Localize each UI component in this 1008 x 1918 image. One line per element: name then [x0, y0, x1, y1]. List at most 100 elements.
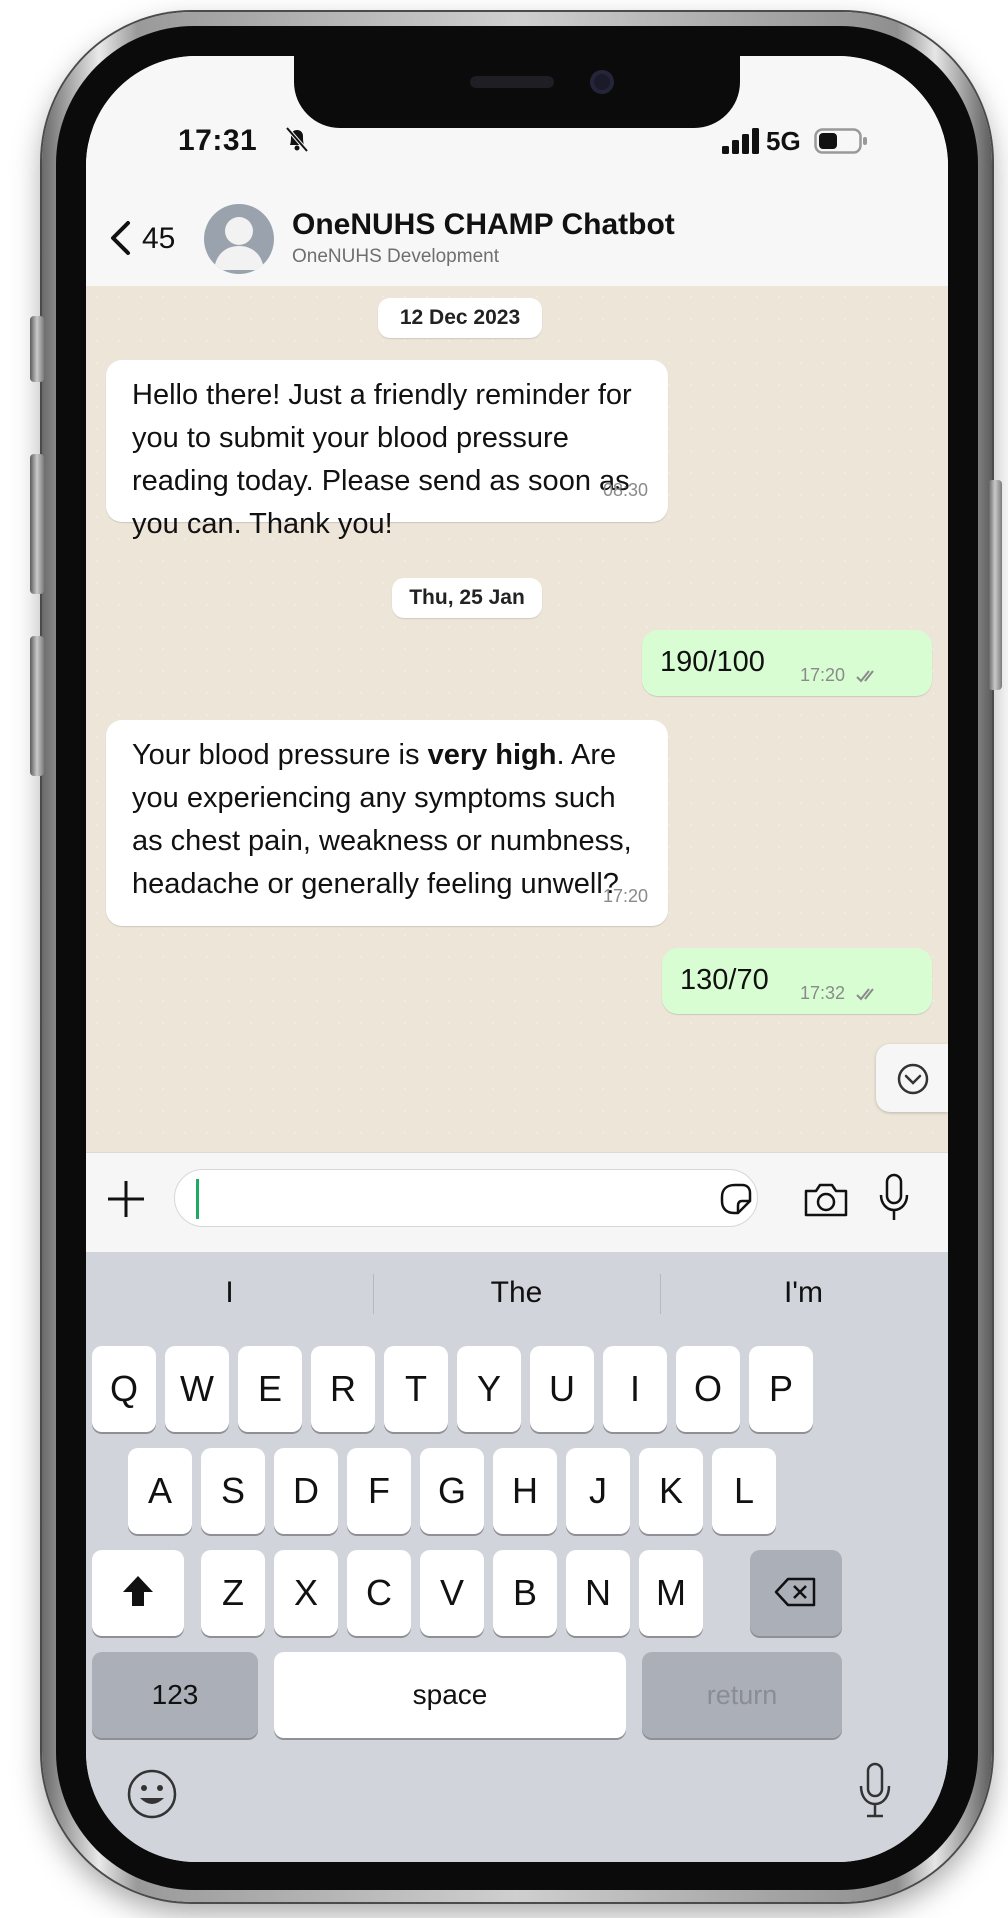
- key-q[interactable]: Q: [92, 1346, 156, 1432]
- space-key[interactable]: space: [274, 1652, 626, 1738]
- key-x[interactable]: X: [274, 1550, 338, 1636]
- message-time: 08:30: [602, 480, 648, 500]
- text-cursor: [196, 1179, 199, 1219]
- key-w[interactable]: W: [165, 1346, 229, 1432]
- key-h[interactable]: H: [493, 1448, 557, 1534]
- key-label: Y: [476, 1368, 501, 1409]
- status-time: 17:31: [178, 124, 258, 157]
- date-chip: 12 Dec 2023: [378, 298, 542, 338]
- key-label: V: [439, 1572, 464, 1613]
- sticker-icon[interactable]: [718, 1181, 754, 1217]
- key-z[interactable]: Z: [201, 1550, 265, 1636]
- predictive-suggestions: I The I'm: [86, 1252, 948, 1334]
- key-d[interactable]: D: [274, 1448, 338, 1534]
- key-p[interactable]: P: [749, 1346, 813, 1432]
- key-label: A: [147, 1470, 172, 1511]
- message-input-bar: [86, 1152, 948, 1253]
- suggestion-item[interactable]: The: [373, 1252, 660, 1334]
- message-time: 17:20: [800, 665, 846, 685]
- key-t[interactable]: T: [384, 1346, 448, 1432]
- key-label: Q: [109, 1368, 138, 1409]
- front-camera: [590, 70, 614, 94]
- bell-slash-icon: [285, 126, 309, 153]
- message-text-part: Your blood pressure is: [132, 739, 428, 771]
- key-o[interactable]: O: [676, 1346, 740, 1432]
- earpiece: [470, 76, 554, 88]
- incoming-message[interactable]: Your blood pressure is very high. Are yo…: [106, 720, 668, 926]
- battery-icon: [814, 128, 867, 154]
- key-label: S: [220, 1470, 245, 1511]
- key-u[interactable]: U: [530, 1346, 594, 1432]
- contact-name[interactable]: OneNUHS CHAMP Chatbot: [292, 208, 675, 242]
- key-k[interactable]: K: [639, 1448, 703, 1534]
- phone-screen: 17:31 5G 45 OneNUHS CHAMP Chatbot OneNUH…: [86, 56, 948, 1862]
- suggestion-item[interactable]: I'm: [660, 1252, 947, 1334]
- camera-icon[interactable]: [802, 1181, 850, 1219]
- key-label: R: [330, 1368, 356, 1409]
- message-text: Your blood pressure is very high. Are yo…: [132, 734, 644, 906]
- numbers-key[interactable]: 123: [92, 1652, 258, 1738]
- message-input[interactable]: [174, 1169, 758, 1227]
- key-label: E: [257, 1368, 282, 1409]
- power-button: [988, 480, 1002, 690]
- key-g[interactable]: G: [420, 1448, 484, 1534]
- key-l[interactable]: L: [712, 1448, 776, 1534]
- key-label: 123: [151, 1679, 199, 1710]
- contact-subtitle: OneNUHS Development: [292, 246, 499, 267]
- network-label: 5G: [766, 126, 801, 156]
- key-label: M: [656, 1572, 686, 1613]
- volume-up-button: [30, 454, 44, 594]
- key-v[interactable]: V: [420, 1550, 484, 1636]
- scroll-to-bottom-button[interactable]: [876, 1044, 948, 1112]
- message-time: 17:20: [602, 886, 648, 906]
- double-check-icon: [856, 670, 874, 683]
- backspace-icon: [774, 1577, 816, 1607]
- message-text: Hello there! Just a friendly reminder fo…: [132, 379, 632, 540]
- microphone-icon[interactable]: [878, 1173, 910, 1223]
- key-label: O: [693, 1368, 722, 1409]
- emoji-icon[interactable]: [126, 1768, 178, 1820]
- key-r[interactable]: R: [311, 1346, 375, 1432]
- plus-icon[interactable]: [104, 1177, 148, 1221]
- chat-header: 45 OneNUHS CHAMP Chatbot OneNUHS Develop…: [86, 166, 948, 287]
- key-label: P: [768, 1368, 793, 1409]
- key-c[interactable]: C: [347, 1550, 411, 1636]
- key-i[interactable]: I: [603, 1346, 667, 1432]
- shift-arrow-icon: [123, 1576, 153, 1606]
- outgoing-message[interactable]: 190/100 17:20: [642, 630, 932, 696]
- key-m[interactable]: M: [639, 1550, 703, 1636]
- key-e[interactable]: E: [238, 1346, 302, 1432]
- suggestion-item[interactable]: I: [86, 1252, 373, 1334]
- return-key[interactable]: return: [642, 1652, 842, 1738]
- message-text: 130/70: [680, 964, 769, 996]
- outgoing-message[interactable]: 130/70 17:32: [662, 948, 932, 1014]
- key-label: W: [180, 1368, 214, 1409]
- backspace-key[interactable]: [750, 1550, 842, 1636]
- key-y[interactable]: Y: [457, 1346, 521, 1432]
- key-label: J: [589, 1470, 607, 1511]
- chat-area[interactable]: 12 Dec 2023 Hello there! Just a friendly…: [86, 286, 948, 1152]
- message-time-wrap: 17:32: [800, 972, 882, 1015]
- key-label: D: [293, 1470, 319, 1511]
- key-j[interactable]: J: [566, 1448, 630, 1534]
- key-n[interactable]: N: [566, 1550, 630, 1636]
- key-label: X: [293, 1572, 318, 1613]
- back-chevron-icon[interactable]: [108, 220, 132, 256]
- key-f[interactable]: F: [347, 1448, 411, 1534]
- signal-icon: [722, 128, 759, 154]
- avatar[interactable]: [204, 204, 274, 274]
- notch: [294, 56, 740, 128]
- back-unread-count[interactable]: 45: [142, 222, 175, 256]
- keyboard: I The I'm Q W E R T Y U I O P A S D F G …: [86, 1252, 948, 1862]
- incoming-message[interactable]: Hello there! Just a friendly reminder fo…: [106, 360, 668, 540]
- dictation-microphone-icon[interactable]: [858, 1760, 892, 1822]
- key-label: Z: [222, 1572, 244, 1613]
- key-label: T: [405, 1368, 427, 1409]
- key-a[interactable]: A: [128, 1448, 192, 1534]
- key-b[interactable]: B: [493, 1550, 557, 1636]
- person-icon: [214, 217, 264, 270]
- key-s[interactable]: S: [201, 1448, 265, 1534]
- key-label: H: [512, 1470, 538, 1511]
- shift-key[interactable]: [92, 1550, 184, 1636]
- key-label: I: [629, 1368, 640, 1409]
